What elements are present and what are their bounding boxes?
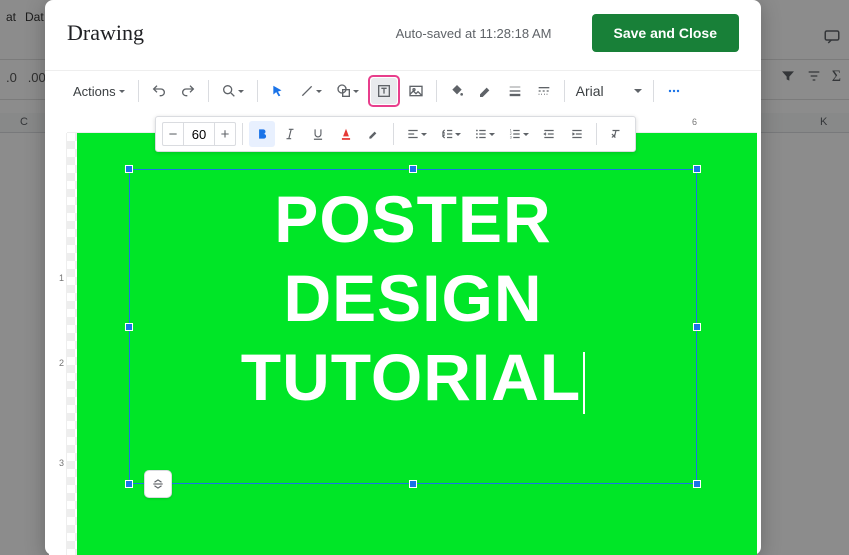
font-family-select[interactable]: Arial (572, 81, 646, 101)
text-caret (583, 352, 585, 414)
actions-label: Actions (73, 84, 116, 99)
font-name-label: Arial (576, 83, 604, 99)
bulleted-list-button[interactable] (468, 121, 500, 147)
select-tool[interactable] (265, 78, 291, 104)
resize-handle-n[interactable] (409, 165, 417, 173)
drawing-canvas[interactable]: POSTER DESIGN TUTORIAL (67, 133, 757, 555)
resize-handle-ne[interactable] (693, 165, 701, 173)
drawing-canvas-area: 1 2 3 4 5 6 1 2 3 4 P (49, 115, 757, 555)
shape-tool[interactable] (331, 78, 365, 104)
text-box-content[interactable]: POSTER DESIGN TUTORIAL (130, 170, 696, 418)
font-size-input[interactable] (184, 122, 214, 146)
undo-button[interactable] (146, 78, 172, 104)
underline-button[interactable] (305, 121, 331, 147)
svg-text:3: 3 (509, 136, 511, 140)
image-tool[interactable] (403, 78, 429, 104)
text-box-tool-highlight (368, 75, 400, 107)
resize-handle-sw[interactable] (125, 480, 133, 488)
font-size-decrease[interactable]: − (162, 122, 184, 146)
fill-color-button[interactable] (444, 78, 470, 104)
text-box-tool[interactable] (371, 78, 397, 104)
text-line-2: DESIGN (130, 259, 696, 338)
text-line-1: POSTER (130, 180, 696, 259)
selected-text-box[interactable]: POSTER DESIGN TUTORIAL (129, 169, 697, 484)
save-and-close-button[interactable]: Save and Close (592, 14, 740, 52)
indent-increase-button[interactable] (564, 121, 590, 147)
resize-handle-nw[interactable] (125, 165, 133, 173)
resize-handle-e[interactable] (693, 323, 701, 331)
border-weight-button[interactable] (502, 78, 528, 104)
clear-formatting-button[interactable] (603, 121, 629, 147)
redo-button[interactable] (175, 78, 201, 104)
font-size-group: − + (162, 122, 236, 146)
line-spacing-button[interactable] (434, 121, 466, 147)
numbered-list-button[interactable]: 123 (502, 121, 534, 147)
text-line-3: TUTORIAL (241, 340, 581, 414)
autosave-status: Auto-saved at 11:28:18 AM (396, 26, 552, 41)
resize-handle-se[interactable] (693, 480, 701, 488)
bold-button[interactable] (249, 121, 275, 147)
zoom-button[interactable] (216, 78, 250, 104)
more-options-button[interactable] (661, 78, 687, 104)
drawing-toolbar: Actions (45, 70, 761, 111)
text-format-toolbar: − + 123 (155, 116, 636, 152)
text-color-button[interactable] (333, 121, 359, 147)
vertical-ruler: 1 2 3 4 (49, 133, 67, 555)
dialog-title: Drawing (67, 20, 144, 46)
resize-handle-s[interactable] (409, 480, 417, 488)
resize-handle-w[interactable] (125, 323, 133, 331)
italic-button[interactable] (277, 121, 303, 147)
actions-menu[interactable]: Actions (67, 80, 131, 103)
text-overflow-button[interactable] (144, 470, 172, 498)
line-tool[interactable] (294, 78, 328, 104)
border-color-button[interactable] (473, 78, 499, 104)
highlight-color-button[interactable] (361, 121, 387, 147)
font-size-increase[interactable]: + (214, 122, 236, 146)
indent-decrease-button[interactable] (536, 121, 562, 147)
align-button[interactable] (400, 121, 432, 147)
drawing-dialog: Drawing Auto-saved at 11:28:18 AM Save a… (45, 0, 761, 555)
border-dash-button[interactable] (531, 78, 557, 104)
